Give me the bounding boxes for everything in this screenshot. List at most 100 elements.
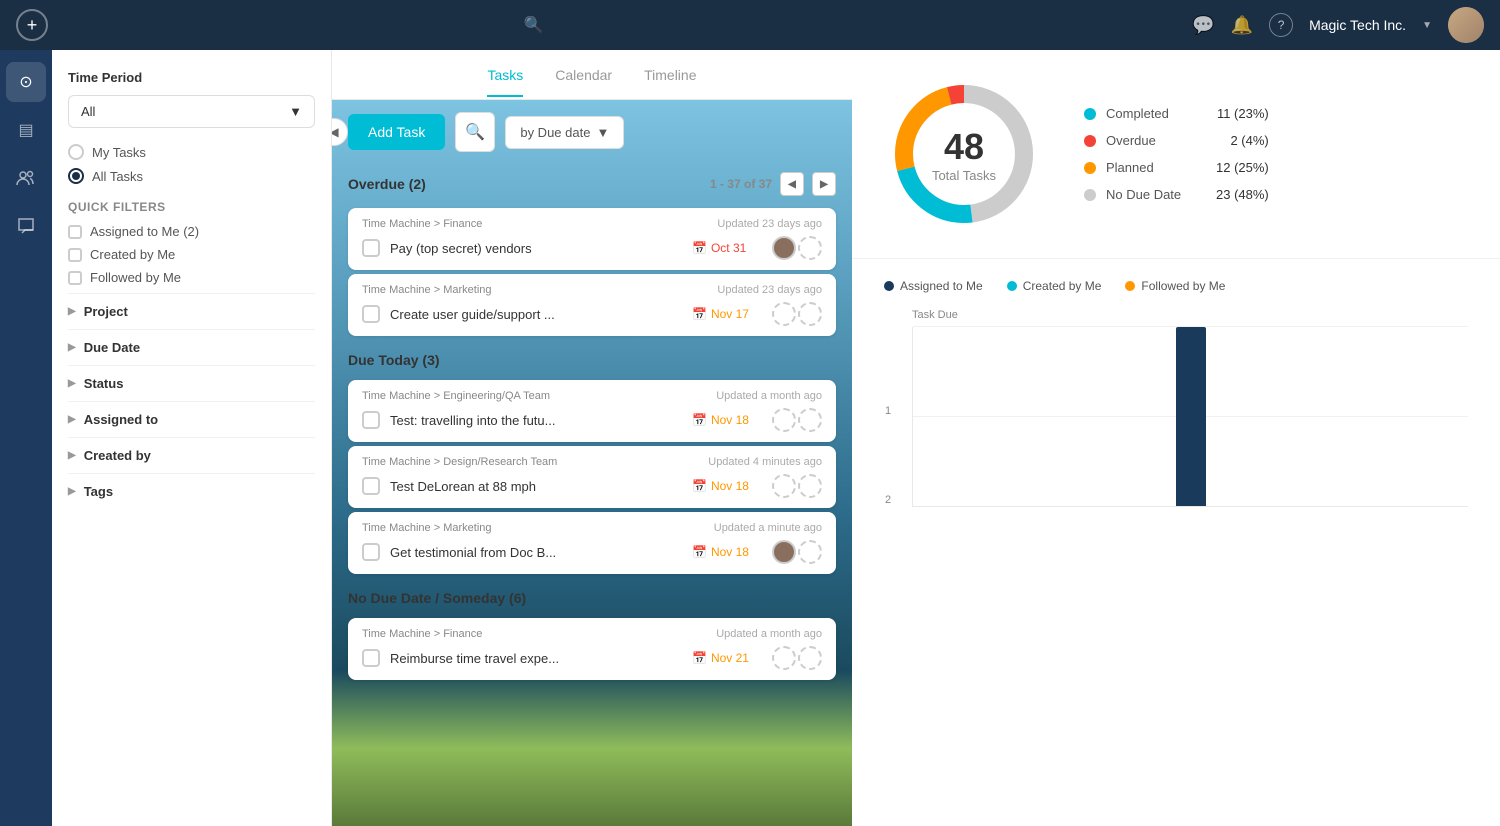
add-button[interactable]: + bbox=[16, 9, 48, 41]
quick-filters-title: Quick filters bbox=[68, 200, 315, 214]
task-checkbox[interactable] bbox=[362, 649, 380, 667]
calendar-icon: 📅 bbox=[692, 479, 707, 493]
assigned-chart-dot bbox=[884, 281, 894, 291]
task-project: Time Machine > Marketing bbox=[362, 522, 492, 534]
task-assignees bbox=[772, 236, 822, 260]
company-name: Magic Tech Inc. bbox=[1309, 17, 1406, 33]
checkbox-followed bbox=[68, 271, 82, 285]
search-icon: 🔍 bbox=[465, 122, 485, 142]
sidebar-item-chat[interactable] bbox=[6, 206, 46, 246]
assignee-avatar bbox=[772, 236, 796, 260]
tab-timeline[interactable]: Timeline bbox=[644, 53, 696, 97]
task-card: Time Machine > Marketing Updated 23 days… bbox=[348, 274, 836, 336]
next-page-button[interactable]: ▶ bbox=[812, 172, 836, 196]
no-due-date-value: 23 (48%) bbox=[1216, 187, 1269, 202]
time-period-select[interactable]: All ▼ bbox=[68, 95, 315, 128]
status-filter[interactable]: ▶ Status bbox=[68, 365, 315, 401]
overdue-label: Overdue bbox=[1106, 133, 1220, 148]
chat-nav-icon[interactable]: 💬 bbox=[1192, 15, 1214, 36]
overdue-value: 2 (4%) bbox=[1230, 133, 1268, 148]
assigned-to-filter[interactable]: ▶ Assigned to bbox=[68, 401, 315, 437]
planned-label: Planned bbox=[1106, 160, 1206, 175]
user-avatar[interactable] bbox=[1448, 7, 1484, 43]
task-filter-radio-group: My Tasks All Tasks bbox=[68, 144, 315, 184]
assigned-to-me-filter[interactable]: Assigned to Me (2) bbox=[68, 224, 315, 239]
search-button[interactable]: 🔍 bbox=[455, 112, 495, 152]
my-tasks-label: My Tasks bbox=[92, 145, 146, 160]
assignee-avatar-empty bbox=[798, 646, 822, 670]
tags-label: Tags bbox=[84, 484, 113, 499]
task-project: Time Machine > Engineering/QA Team bbox=[362, 390, 550, 402]
overdue-title: Overdue (2) bbox=[348, 176, 426, 192]
created-by-filter[interactable]: ▶ Created by bbox=[68, 437, 315, 473]
prev-page-button[interactable]: ◀ bbox=[780, 172, 804, 196]
due-date-chevron-icon: ▶ bbox=[68, 342, 76, 353]
calendar-icon: 📅 bbox=[692, 241, 707, 255]
task-due-date: 📅 Nov 21 bbox=[692, 651, 762, 665]
add-task-button[interactable]: Add Task bbox=[348, 114, 445, 150]
tab-calendar[interactable]: Calendar bbox=[555, 53, 612, 97]
task-checkbox[interactable] bbox=[362, 543, 380, 561]
task-due-label: Task Due bbox=[912, 309, 1468, 321]
time-period-label: Time Period bbox=[68, 70, 315, 85]
task-checkbox[interactable] bbox=[362, 411, 380, 429]
select-chevron-icon: ▼ bbox=[289, 104, 302, 119]
task-list-content: ◀ Add Task 🔍 by Due date ▼ Overdue (2) bbox=[332, 100, 852, 826]
chart-section: Assigned to Me Created by Me Followed by… bbox=[852, 259, 1500, 826]
due-today-title: Due Today (3) bbox=[348, 352, 440, 368]
chart-legend-assigned: Assigned to Me bbox=[884, 279, 983, 293]
task-checkbox[interactable] bbox=[362, 239, 380, 257]
search-area[interactable]: 🔍 bbox=[233, 15, 833, 35]
chart-legend: Assigned to Me Created by Me Followed by… bbox=[884, 279, 1468, 293]
radio-circle-all-tasks bbox=[68, 168, 84, 184]
task-title: Test DeLorean at 88 mph bbox=[390, 479, 682, 494]
assignee-avatar-empty bbox=[798, 540, 822, 564]
assigned-to-chevron-icon: ▶ bbox=[68, 414, 76, 425]
no-due-date-group-header: No Due Date / Someday (6) bbox=[332, 582, 852, 614]
checkbox-created bbox=[68, 248, 82, 262]
my-tasks-radio[interactable]: My Tasks bbox=[68, 144, 315, 160]
legend-item-completed: Completed 11 (23%) bbox=[1084, 106, 1269, 121]
back-arrow-button[interactable]: ◀ bbox=[332, 118, 348, 146]
task-assignees bbox=[772, 474, 822, 498]
calendar-icon: 📅 bbox=[692, 545, 707, 559]
sidebar-item-folder[interactable]: ▤ bbox=[6, 110, 46, 150]
bell-icon[interactable]: 🔔 bbox=[1231, 15, 1253, 36]
assignee-avatar-empty bbox=[798, 474, 822, 498]
followed-chart-label: Followed by Me bbox=[1141, 279, 1225, 293]
task-checkbox[interactable] bbox=[362, 305, 380, 323]
chevron-down-icon[interactable]: ▼ bbox=[1422, 20, 1432, 31]
sort-button[interactable]: by Due date ▼ bbox=[505, 116, 624, 149]
y-axis: 2 1 bbox=[885, 327, 891, 506]
tags-filter[interactable]: ▶ Tags bbox=[68, 473, 315, 509]
chart-container: Task Due 2 1 bbox=[884, 309, 1468, 507]
donut-chart: 48 Total Tasks bbox=[884, 74, 1044, 234]
sidebar-item-people[interactable] bbox=[6, 158, 46, 198]
assignee-avatar-empty bbox=[798, 408, 822, 432]
status-label: Status bbox=[84, 376, 124, 391]
created-by-me-filter[interactable]: Created by Me bbox=[68, 247, 315, 262]
sidebar-item-home[interactable]: ⊙ bbox=[6, 62, 46, 102]
task-card: Time Machine > Finance Updated 23 days a… bbox=[348, 208, 836, 270]
followed-chart-dot bbox=[1125, 281, 1135, 291]
assignee-avatar bbox=[772, 540, 796, 564]
tab-tasks[interactable]: Tasks bbox=[487, 53, 523, 97]
assignee-avatar-empty bbox=[772, 408, 796, 432]
main-layout: Time Period All ▼ My Tasks All Tasks Qui… bbox=[52, 50, 1500, 826]
task-assignees bbox=[772, 302, 822, 326]
calendar-icon: 📅 bbox=[692, 307, 707, 321]
task-checkbox[interactable] bbox=[362, 477, 380, 495]
task-card: Time Machine > Engineering/QA Team Updat… bbox=[348, 380, 836, 442]
task-card: Time Machine > Finance Updated a month a… bbox=[348, 618, 836, 680]
project-chevron-icon: ▶ bbox=[68, 306, 76, 317]
help-icon[interactable]: ? bbox=[1269, 13, 1293, 37]
all-tasks-label: All Tasks bbox=[92, 169, 143, 184]
followed-by-me-filter[interactable]: Followed by Me bbox=[68, 270, 315, 285]
all-tasks-radio[interactable]: All Tasks bbox=[68, 168, 315, 184]
task-count: 1 - 37 of 37 bbox=[710, 177, 772, 191]
due-date-filter[interactable]: ▶ Due Date bbox=[68, 329, 315, 365]
radio-circle-my-tasks bbox=[68, 144, 84, 160]
project-filter[interactable]: ▶ Project bbox=[68, 293, 315, 329]
created-by-chevron-icon: ▶ bbox=[68, 450, 76, 461]
task-toolbar: ◀ Add Task 🔍 by Due date ▼ bbox=[332, 100, 852, 164]
